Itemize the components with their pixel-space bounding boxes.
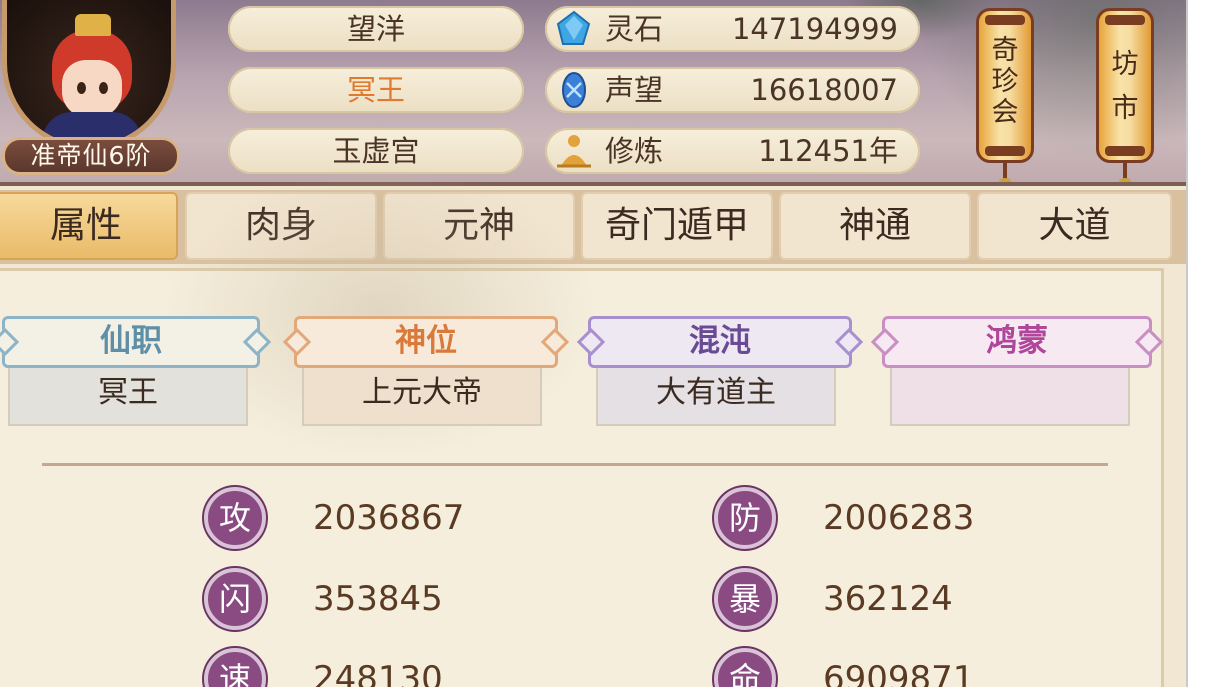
realm-badge: 准帝仙6阶 — [2, 137, 180, 175]
resource-value: 112451年 — [758, 134, 898, 168]
rank-immortal-post-label: 仙职 — [2, 316, 260, 368]
tab-divine-power[interactable]: 神通 — [779, 192, 971, 260]
stat-dodge-badge: 闪 — [204, 568, 266, 630]
stat-defense-badge: 防 — [714, 487, 776, 549]
rank-divine-position-value: 上元大帝 — [302, 368, 542, 426]
stat-speed-value: 248130 — [313, 659, 443, 687]
stat-attack-badge: 攻 — [204, 487, 266, 549]
rank-chaos-label: 混沌 — [588, 316, 852, 368]
player-header: 准帝仙6阶 望洋 冥王 玉虚宫 灵石 147194999 声望 16618007 — [0, 0, 1186, 186]
lantern-label: 坊市 — [1111, 49, 1139, 124]
resource-cultivation: 修炼 112451年 — [545, 128, 920, 174]
game-screen: 准帝仙6阶 望洋 冥王 玉虚宫 灵石 147194999 声望 16618007 — [0, 0, 1186, 687]
stat-dodge-value: 353845 — [313, 579, 443, 619]
spirit-stone-icon — [556, 10, 591, 45]
screen-edge — [1186, 0, 1188, 687]
player-name: 望洋 — [228, 6, 524, 52]
treasure-auction-lantern-button[interactable]: 奇珍会 — [976, 8, 1034, 186]
player-title: 冥王 — [228, 67, 524, 113]
tab-qimen-dunjia[interactable]: 奇门遁甲 — [581, 192, 773, 260]
stat-hp-value: 6909871 — [823, 659, 975, 687]
market-lantern-button[interactable]: 坊市 — [1096, 8, 1154, 186]
resource-reputation: 声望 16618007 — [545, 67, 920, 113]
section-divider — [42, 463, 1108, 466]
rank-chaos-value: 大有道主 — [596, 368, 836, 426]
reputation-icon — [562, 72, 586, 108]
stat-attack-value: 2036867 — [313, 498, 465, 538]
resource-label: 修炼 — [605, 134, 664, 168]
tab-great-dao[interactable]: 大道 — [977, 192, 1172, 260]
resource-spirit-stone: 灵石 147194999 — [545, 6, 920, 52]
resource-label: 声望 — [605, 73, 664, 107]
rank-hongmeng-value — [890, 368, 1130, 426]
rank-immortal-post-value: 冥王 — [8, 368, 248, 426]
stat-critical-value: 362124 — [823, 579, 953, 619]
rank-divine-position-label: 神位 — [294, 316, 558, 368]
resource-value: 16618007 — [750, 73, 898, 107]
cultivation-icon — [557, 135, 591, 168]
stat-critical-badge: 暴 — [714, 568, 776, 630]
lantern-label: 奇珍会 — [991, 35, 1019, 128]
rank-hongmeng-label: 鸿蒙 — [882, 316, 1152, 368]
player-avatar[interactable] — [2, 0, 176, 150]
resource-label: 灵石 — [605, 12, 664, 46]
resource-value: 147194999 — [731, 12, 898, 46]
stat-defense-value: 2006283 — [823, 498, 975, 538]
tab-attributes[interactable]: 属性 — [0, 192, 178, 260]
